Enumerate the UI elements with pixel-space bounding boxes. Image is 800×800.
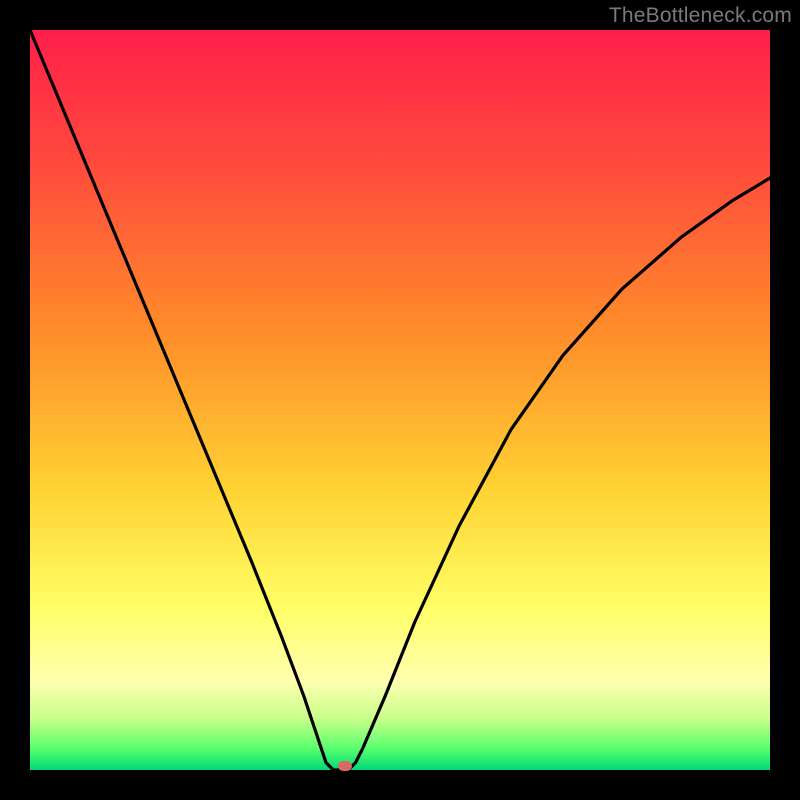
chart-frame: [30, 30, 770, 770]
watermark-text: TheBottleneck.com: [609, 4, 792, 28]
minimum-marker: [338, 761, 352, 771]
curve-path: [30, 30, 770, 770]
bottleneck-curve: [30, 30, 770, 770]
